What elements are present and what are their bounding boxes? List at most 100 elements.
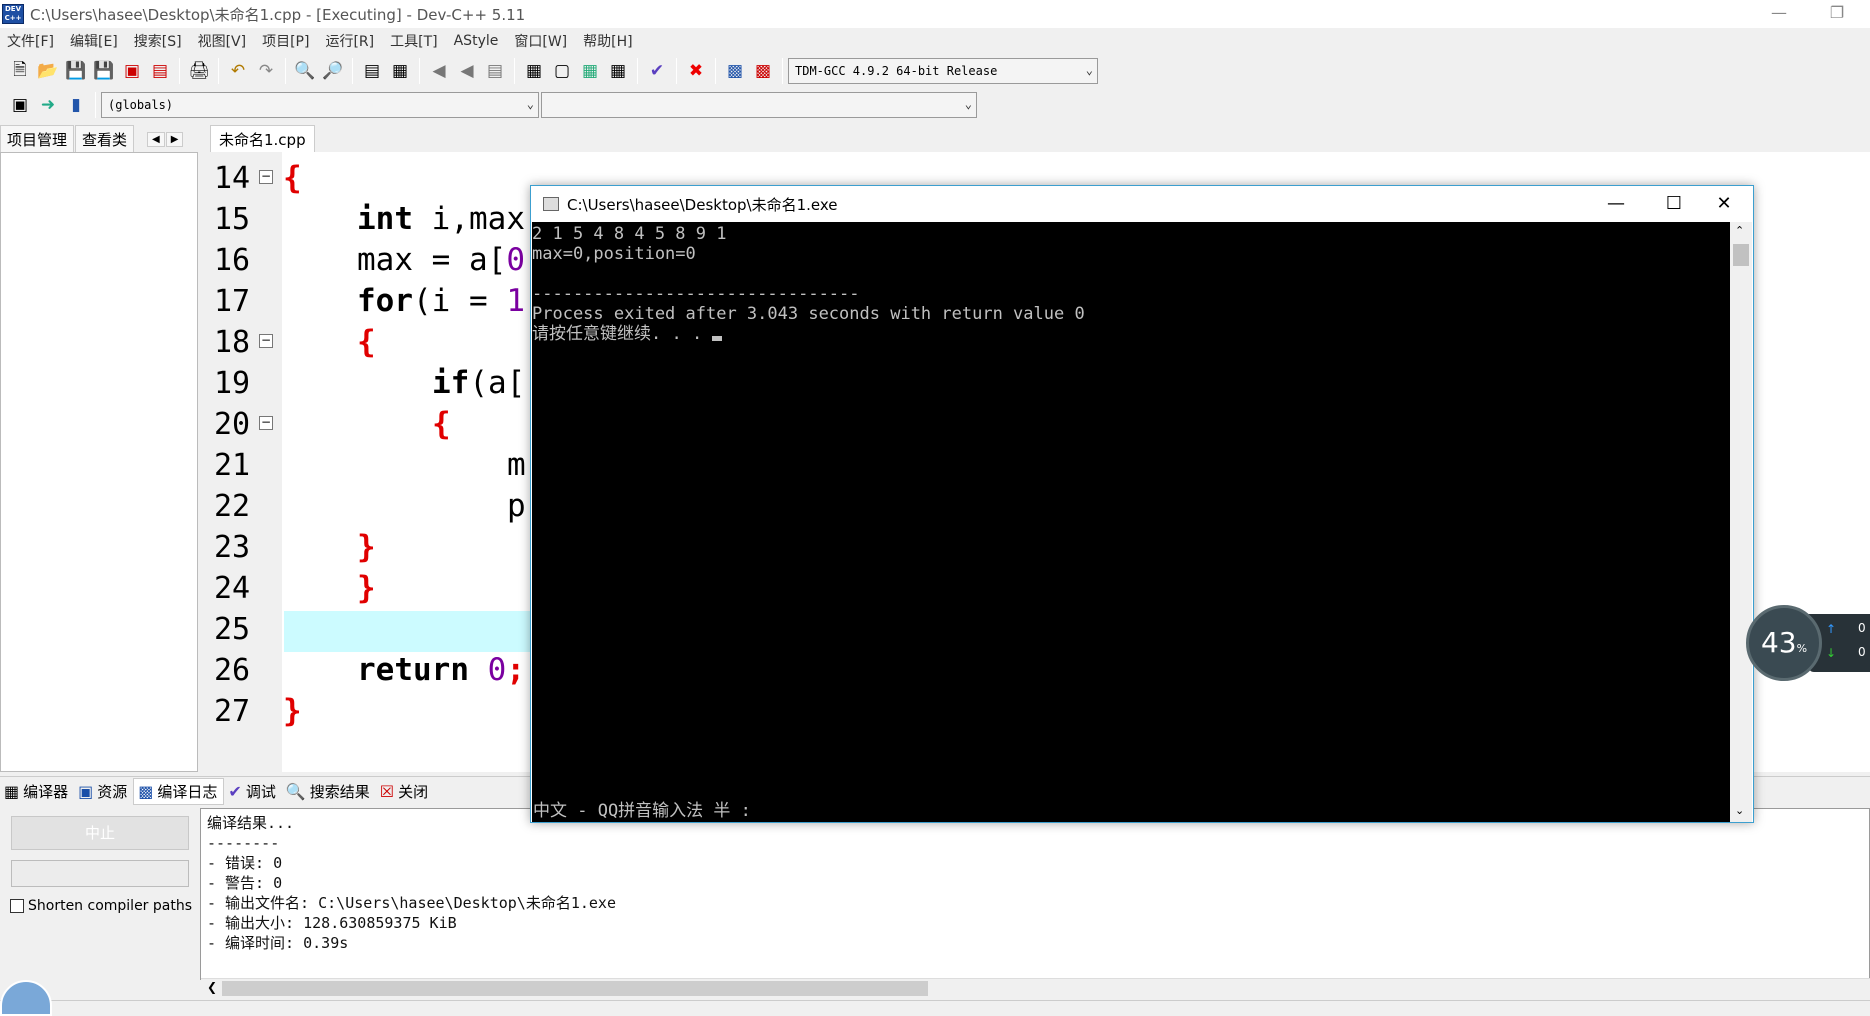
compile-run-icon[interactable]: ▦ bbox=[577, 59, 603, 83]
indent-icon[interactable]: ◀ bbox=[426, 59, 452, 83]
compiler-select-value: TDM-GCC 4.9.2 64-bit Release bbox=[795, 64, 998, 78]
fold-toggle-icon[interactable]: − bbox=[259, 334, 273, 348]
profile-icon[interactable]: ▩ bbox=[722, 59, 748, 83]
unindent-icon[interactable]: ◀ bbox=[454, 59, 480, 83]
tab-compile-log[interactable]: ▩ 编译日志 bbox=[133, 778, 225, 805]
function-select[interactable]: ⌄ bbox=[541, 92, 977, 118]
restore-icon[interactable]: ❐ bbox=[1814, 0, 1860, 28]
menu-project[interactable]: 项目[P] bbox=[255, 31, 318, 51]
tab-resources[interactable]: ▣ 资源 bbox=[74, 779, 133, 804]
scroll-left-icon[interactable]: ❮ bbox=[207, 980, 217, 994]
menu-help[interactable]: 帮助[H] bbox=[576, 31, 641, 51]
code-brace: { bbox=[432, 406, 451, 442]
code-keyword: for bbox=[357, 283, 413, 319]
insert-icon[interactable]: ▣ bbox=[7, 93, 33, 117]
memory-usage-gauge[interactable]: 43% bbox=[1746, 605, 1822, 681]
toggle-bookmark-icon[interactable]: ▮ bbox=[63, 93, 89, 117]
line-number: 15 bbox=[214, 202, 251, 237]
redo-icon[interactable]: ↷ bbox=[253, 59, 279, 83]
close-all-icon[interactable]: ▤ bbox=[147, 59, 173, 83]
syntax-check-icon[interactable]: ✔ bbox=[644, 59, 670, 83]
grid-icon: ▦ bbox=[4, 782, 20, 801]
code-line-16: max = a[0 bbox=[357, 240, 525, 281]
print-icon[interactable]: 🖨 bbox=[186, 59, 212, 83]
line-number: 20 bbox=[214, 407, 251, 442]
line-number: 24 bbox=[214, 571, 251, 606]
download-speed: 0 bbox=[1858, 645, 1866, 659]
new-file-icon[interactable]: 🗎 bbox=[7, 59, 33, 83]
compile-icon[interactable]: ▦ bbox=[521, 59, 547, 83]
upload-arrow-icon: ↑ bbox=[1826, 622, 1837, 636]
console-title-bar[interactable]: C:\Users\hasee\Desktop\未命名1.exe — ☐ ✕ bbox=[531, 186, 1753, 222]
stop-compile-button[interactable]: 中止 bbox=[11, 816, 189, 850]
scroll-up-icon[interactable]: ⌃ bbox=[1735, 224, 1744, 237]
goto-icon[interactable]: ➜ bbox=[35, 93, 61, 117]
minimize-icon[interactable]: — bbox=[1587, 186, 1645, 222]
console-title: C:\Users\hasee\Desktop\未命名1.exe bbox=[567, 195, 838, 214]
code-keyword: int bbox=[357, 201, 413, 237]
tab-compiler[interactable]: ▦ 编译器 bbox=[0, 779, 74, 804]
menu-astyle[interactable]: AStyle bbox=[447, 33, 508, 49]
chevron-down-icon: ⌄ bbox=[1085, 63, 1093, 77]
shorten-paths-checkbox[interactable] bbox=[10, 899, 24, 913]
find-icon[interactable]: 🔍 bbox=[292, 59, 318, 83]
tab-search-results[interactable]: 🔍 搜索结果 bbox=[282, 779, 376, 804]
close-file-icon[interactable]: ▣ bbox=[119, 59, 145, 83]
compile-log-output[interactable]: 编译结果... -------- - 错误: 0 - 警告: 0 - 输出文件名… bbox=[200, 808, 1870, 980]
console-vertical-scrollbar[interactable] bbox=[1730, 222, 1752, 822]
tab-scroll-left-icon[interactable]: ◀ bbox=[147, 131, 165, 147]
scope-select[interactable]: (globals) ⌄ bbox=[101, 92, 539, 118]
menu-edit[interactable]: 编辑[E] bbox=[63, 31, 127, 51]
menu-view[interactable]: 视图[V] bbox=[191, 31, 256, 51]
line-number: 14 bbox=[214, 161, 251, 196]
editor-tab[interactable]: 未命名1.cpp bbox=[210, 125, 315, 152]
tab-label: 编译器 bbox=[23, 783, 69, 801]
delete-profile-icon[interactable]: ▩ bbox=[750, 59, 776, 83]
bar-chart-icon: ▩ bbox=[138, 782, 154, 801]
comment-icon[interactable]: ▤ bbox=[482, 59, 508, 83]
scrollbar-thumb[interactable] bbox=[1733, 244, 1749, 266]
tab-class-browser[interactable]: 查看类 bbox=[75, 124, 135, 154]
tab-debug[interactable]: ✔ 调试 bbox=[224, 779, 281, 804]
replace-icon[interactable]: 🔎 bbox=[320, 59, 346, 83]
project-panel bbox=[0, 152, 198, 772]
goto-line-icon[interactable]: ▤ bbox=[359, 59, 385, 83]
title-bar: DEV C++ C:\Users\hasee\Desktop\未命名1.cpp … bbox=[0, 0, 1870, 28]
scroll-down-icon[interactable]: ⌄ bbox=[1735, 804, 1744, 817]
shorten-paths-option[interactable]: Shorten compiler paths bbox=[10, 898, 192, 914]
main-toolbar: 🗎 📂 💾 💾 ▣ ▤ 🖨 ↶ ↷ 🔍 🔎 ▤ ▦ ◀ ◀ ▤ ▦ ▢ ▦ ▦ … bbox=[6, 54, 1176, 88]
menu-window[interactable]: 窗口[W] bbox=[507, 31, 576, 51]
line-number: 22 bbox=[214, 489, 251, 524]
rebuild-icon[interactable]: ▦ bbox=[605, 59, 631, 83]
scrollbar-thumb[interactable] bbox=[222, 981, 928, 996]
run-icon[interactable]: ▢ bbox=[549, 59, 575, 83]
code-number: 1 bbox=[506, 283, 525, 319]
tab-close[interactable]: ☒ 关闭 bbox=[376, 779, 434, 804]
tab-project-manager[interactable]: 项目管理 bbox=[0, 124, 75, 154]
fold-toggle-icon[interactable]: − bbox=[259, 416, 273, 430]
bookmark-icon[interactable]: ▦ bbox=[387, 59, 413, 83]
undo-icon[interactable]: ↶ bbox=[225, 59, 251, 83]
stop-execution-icon[interactable]: ✖ bbox=[683, 59, 709, 83]
fold-toggle-icon[interactable]: − bbox=[259, 170, 273, 184]
code-number: 0 bbox=[487, 652, 507, 688]
console-output[interactable]: 2 1 5 4 8 4 5 8 9 1 max=0,position=0 ---… bbox=[532, 222, 1730, 822]
menu-search[interactable]: 搜索[S] bbox=[127, 31, 191, 51]
close-icon[interactable]: ✕ bbox=[1695, 186, 1753, 222]
line-number: 18 bbox=[214, 325, 251, 360]
menu-tools[interactable]: 工具[T] bbox=[383, 31, 446, 51]
minimize-icon[interactable]: — bbox=[1756, 0, 1802, 28]
save-icon[interactable]: 💾 bbox=[63, 59, 89, 83]
devcpp-app-icon[interactable]: DEV C++ bbox=[2, 4, 24, 24]
code-line-26: return 0; bbox=[357, 652, 525, 688]
left-panel-tabs: 项目管理 查看类 ◀ ▶ bbox=[0, 124, 205, 154]
tab-scroll-right-icon[interactable]: ▶ bbox=[165, 131, 184, 147]
save-all-icon[interactable]: 💾 bbox=[91, 59, 117, 83]
code-brace: } bbox=[283, 693, 302, 729]
open-file-icon[interactable]: 📂 bbox=[35, 59, 61, 83]
code-line-21: m bbox=[507, 447, 526, 483]
resource-icon: ▣ bbox=[78, 782, 94, 801]
compiler-select[interactable]: TDM-GCC 4.9.2 64-bit Release ⌄ bbox=[788, 58, 1098, 84]
menu-file[interactable]: 文件[F] bbox=[0, 31, 63, 51]
menu-run[interactable]: 运行[R] bbox=[318, 31, 383, 51]
